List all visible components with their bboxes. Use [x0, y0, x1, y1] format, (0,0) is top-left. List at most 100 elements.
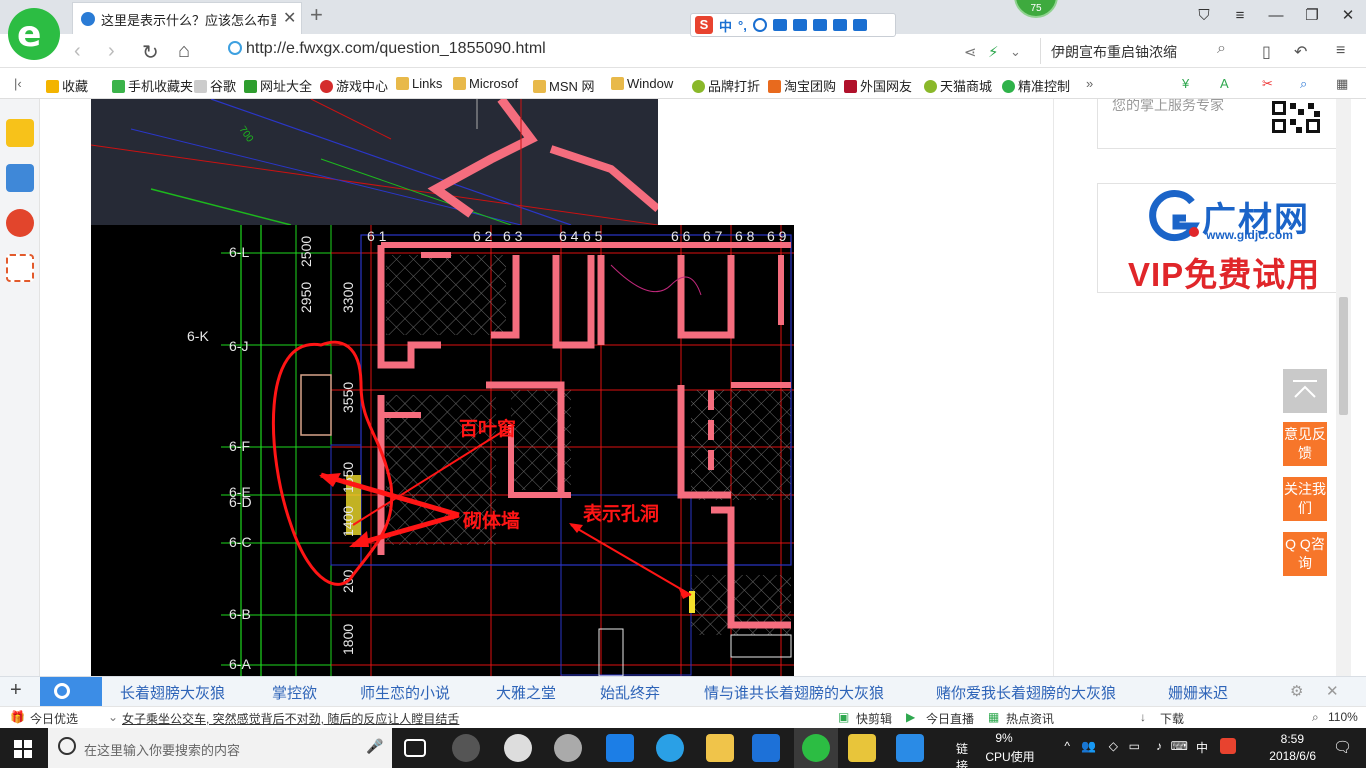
app-g-icon[interactable]: [752, 734, 780, 762]
favorites-icon[interactable]: [6, 119, 34, 147]
taskbar-search-box[interactable]: 在这里输入你要搜索的内容 🎤: [48, 728, 392, 768]
hot-word-link[interactable]: 赌你爱我长着翅膀的大灰狼: [936, 682, 1116, 703]
bookmark-item[interactable]: 网址大全: [244, 76, 312, 95]
today-picks-link[interactable]: 今日优选: [30, 710, 78, 727]
weibo-icon[interactable]: [6, 209, 34, 237]
forward-icon[interactable]: ›: [108, 40, 115, 63]
bookmark-folder[interactable]: Window: [611, 76, 673, 91]
keyboard-tray-icon[interactable]: ⌨: [1171, 739, 1188, 753]
emoji-icon[interactable]: [752, 18, 767, 32]
more-tools-icon[interactable]: ▦: [1336, 76, 1348, 92]
bookmark-item[interactable]: 外国网友: [844, 76, 912, 95]
file-explorer-icon[interactable]: [706, 734, 734, 762]
search-tool-icon[interactable]: ⌕: [1300, 76, 1307, 92]
browser-logo[interactable]: e: [8, 8, 60, 60]
bookmark-item[interactable]: 收藏: [46, 76, 88, 95]
volume-icon[interactable]: ♪: [1156, 739, 1162, 753]
restore-icon[interactable]: ❐: [1294, 0, 1330, 34]
hot-news-link[interactable]: 热点资讯: [1006, 710, 1054, 727]
settings-icon[interactable]: ⚙: [1290, 682, 1303, 700]
chevron-down-icon[interactable]: ⌄: [108, 710, 118, 724]
quick-cut-link[interactable]: 快剪辑: [856, 710, 892, 727]
active-browser-task[interactable]: [794, 728, 838, 768]
back-to-top-button[interactable]: [1283, 369, 1327, 413]
app-promo[interactable]: 您的掌上服务专家: [1097, 99, 1351, 149]
bookmark-item[interactable]: 游戏中心: [320, 76, 388, 95]
close-window-icon[interactable]: ✕: [1330, 0, 1366, 34]
minimize-icon[interactable]: —: [1258, 0, 1294, 34]
notification-badge[interactable]: 75: [1014, 0, 1058, 18]
app-c-icon[interactable]: [554, 734, 582, 762]
scrollbar[interactable]: [1336, 99, 1351, 676]
menu-lines-icon[interactable]: ≡: [1336, 42, 1345, 60]
bookmark-item[interactable]: 手机收藏夹: [112, 76, 193, 95]
new-tab-icon[interactable]: +: [310, 2, 323, 28]
sogou-tray-icon[interactable]: [1220, 738, 1236, 754]
ime-mode[interactable]: 中: [719, 16, 732, 35]
reading-list-icon[interactable]: [6, 164, 34, 192]
back-icon[interactable]: ‹: [74, 40, 81, 63]
feedback-button[interactable]: 意见反馈: [1283, 422, 1327, 466]
collapse-sidebar-icon[interactable]: |‹: [14, 76, 22, 91]
phone-icon[interactable]: ▯: [1262, 42, 1271, 62]
address-bar[interactable]: http://e.fwxgx.com/question_1855090.html: [228, 40, 546, 58]
translate-icon[interactable]: A: [1220, 76, 1229, 91]
qq-consult-button[interactable]: Q Q咨询: [1283, 532, 1327, 576]
app-browser-e-icon[interactable]: [504, 734, 532, 762]
mic-icon[interactable]: [772, 19, 787, 31]
eraser-icon[interactable]: ◇: [1109, 739, 1118, 753]
bookmark-item[interactable]: 谷歌: [194, 76, 236, 95]
bookmark-item[interactable]: 天猫商城: [924, 76, 992, 95]
hot-word-link[interactable]: 师生恋的小说: [360, 682, 450, 703]
ime-tray-label[interactable]: 中: [1196, 739, 1208, 756]
punct-icon[interactable]: °,: [738, 18, 747, 33]
links-toolbar-label[interactable]: 链接: [956, 740, 968, 774]
shirt-icon[interactable]: ⛉: [1186, 0, 1222, 34]
network-icon[interactable]: ▭: [1129, 739, 1140, 753]
bookmark-folder[interactable]: Microsof: [453, 76, 518, 91]
follow-us-button[interactable]: 关注我们: [1283, 477, 1327, 521]
notification-center-icon[interactable]: 🗨: [1333, 738, 1352, 756]
zoom-level[interactable]: 110%: [1328, 710, 1358, 724]
bookmark-item[interactable]: 品牌打折: [692, 76, 760, 95]
keyboard-icon[interactable]: [792, 19, 807, 31]
browser-tab[interactable]: 这里是表示什么？应该怎么布置呢 ✕: [72, 2, 302, 34]
gldjc-ad[interactable]: 广材网 www.gldjc.com VIP免费试用: [1097, 183, 1351, 293]
hot-word-link[interactable]: 长着翅膀大灰狼: [120, 682, 225, 703]
bookmark-folder[interactable]: Links: [396, 76, 442, 91]
edge-icon[interactable]: [606, 734, 634, 762]
taskbar-search-input[interactable]: 在这里输入你要搜索的内容: [84, 740, 240, 759]
yuan-icon[interactable]: ¥: [1182, 76, 1189, 91]
search-icon[interactable]: ⌕: [1217, 40, 1226, 58]
email-icon[interactable]: [6, 254, 34, 282]
hot-word-link[interactable]: 大雅之堂: [496, 682, 556, 703]
user-icon[interactable]: [812, 19, 827, 31]
bookmark-item[interactable]: 淘宝团购: [768, 76, 836, 95]
news-ticker-link[interactable]: 女子乘坐公交车, 突然感觉背后不对劲, 随后的反应让人瞠目结舌: [122, 710, 459, 727]
hot-word-link[interactable]: 情与谁共长着翅膀的大灰狼: [704, 682, 884, 703]
bookmark-item[interactable]: 精准控制: [1002, 76, 1070, 95]
scrollbar-thumb[interactable]: [1339, 297, 1348, 415]
share-icon[interactable]: ⋖: [964, 43, 977, 61]
microphone-icon[interactable]: 🎤: [366, 738, 383, 755]
internet-explorer-icon[interactable]: [656, 734, 684, 762]
task-view-icon[interactable]: [404, 739, 426, 757]
speed-icon[interactable]: ⚡: [988, 43, 999, 61]
hot-word-link[interactable]: 姗姗来迟: [1168, 682, 1228, 703]
search-box[interactable]: 伊朗宣布重启铀浓缩 ⌕: [1040, 38, 1240, 64]
add-icon[interactable]: +: [10, 679, 22, 702]
search-logo-icon[interactable]: [40, 677, 102, 707]
notepad-icon[interactable]: [848, 734, 876, 762]
clock-date[interactable]: 2018/6/6: [1269, 749, 1316, 763]
dropdown-icon[interactable]: ⌄: [1010, 44, 1021, 60]
refresh-icon[interactable]: ↻: [142, 40, 159, 65]
chevron-up-icon[interactable]: ^: [1064, 739, 1070, 753]
people-icon[interactable]: 👥: [1081, 739, 1096, 753]
scissors-icon[interactable]: ✂: [1262, 76, 1273, 92]
bookmark-folder[interactable]: MSN 网: [533, 76, 595, 95]
hot-word-link[interactable]: 掌控欲: [272, 682, 317, 703]
app-pinwheel-icon[interactable]: [452, 734, 480, 762]
hot-word-link[interactable]: 始乱终弃: [600, 682, 660, 703]
tools-icon[interactable]: [852, 19, 867, 31]
live-link[interactable]: 今日直播: [926, 710, 974, 727]
